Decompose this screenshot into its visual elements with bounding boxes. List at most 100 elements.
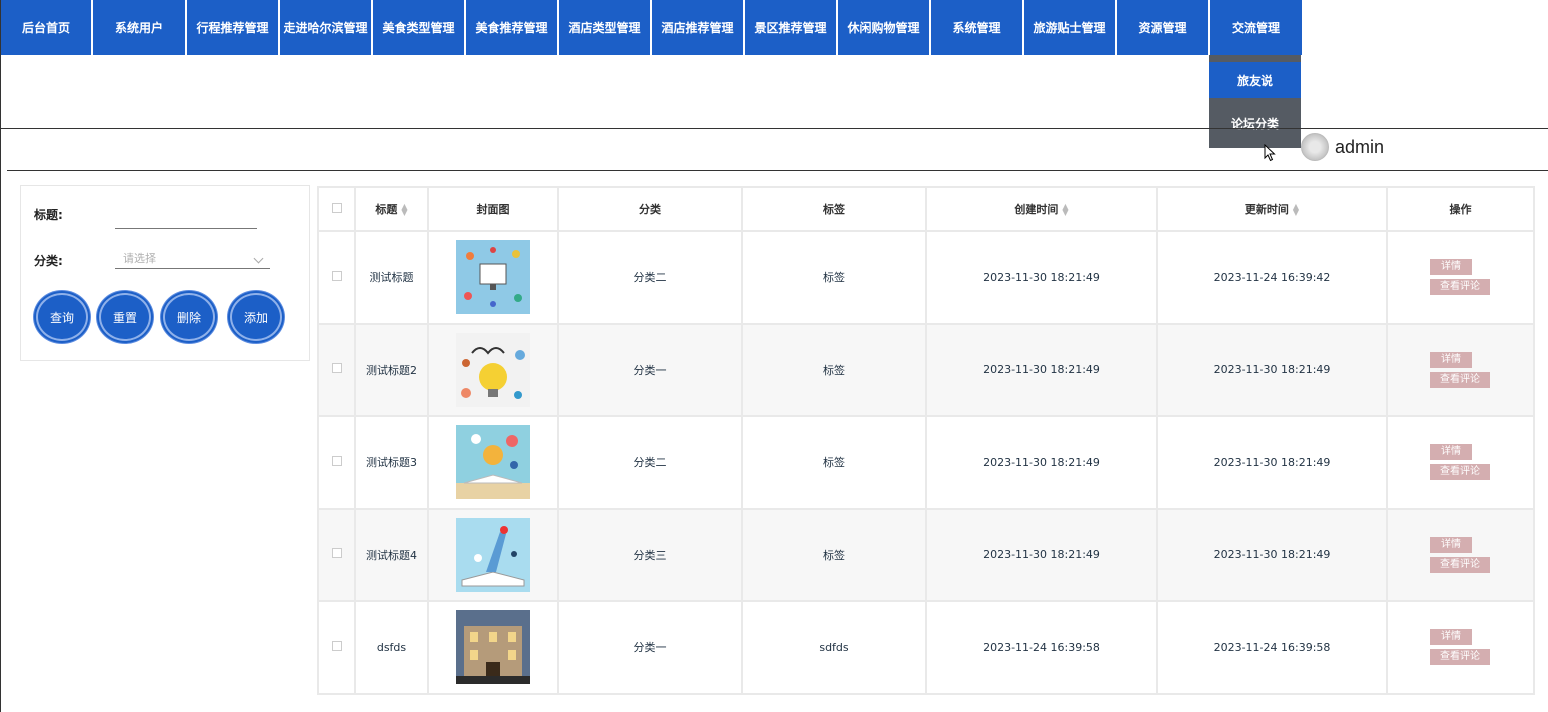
row-select[interactable] [317,415,356,510]
cell-actions: 详情 查看评论 [1386,600,1535,695]
chevron-down-icon [253,253,264,264]
query-button[interactable]: 查询 [34,291,90,343]
cell-actions: 详情 查看评论 [1386,322,1535,417]
detail-button[interactable]: 详情 [1430,259,1472,276]
category-label: 分类: [34,254,63,268]
cell-title: 测试标题2 [354,322,429,417]
view-comments-button[interactable]: 查看评论 [1430,371,1490,388]
header-created-label: 创建时间 [1014,203,1059,216]
header-created[interactable]: 创建时间 ▲ ▼ [925,186,1158,232]
sort-icon[interactable]: ▲ ▼ [401,203,407,217]
cell-cover [427,600,559,695]
view-comments-button[interactable]: 查看评论 [1430,556,1490,573]
cell-updated: 2023-11-24 16:39:58 [1156,600,1388,695]
cell-cover [427,507,559,602]
cell-updated: 2023-11-24 16:39:42 [1156,230,1388,325]
header-updated-label: 更新时间 [1244,203,1289,216]
divider-bottom [7,170,1548,171]
sort-icon[interactable]: ▲ ▼ [1062,203,1068,217]
row-select[interactable] [317,322,356,417]
table-row: 测试标题3 分类二 标签 2023-11-30 18:21:49 2023-11… [317,415,1535,510]
sort-icon[interactable]: ▲ ▼ [1293,203,1299,217]
reset-button[interactable]: 重置 [97,291,153,343]
cell-category: 分类一 [557,600,743,695]
row-checkbox[interactable] [331,363,342,374]
cell-actions: 详情 查看评论 [1386,230,1535,325]
cell-category: 分类三 [557,507,743,602]
detail-button[interactable]: 详情 [1430,351,1472,368]
title-input[interactable] [115,209,257,229]
cell-cover [427,415,559,510]
cell-created: 2023-11-24 16:39:58 [925,600,1158,695]
avatar[interactable] [1301,133,1329,161]
row-checkbox[interactable] [331,455,342,466]
nav-item-system-users[interactable]: 系统用户 [93,0,185,55]
view-comments-button[interactable]: 查看评论 [1430,279,1490,296]
username[interactable]: admin [1335,137,1384,158]
nav-item-home[interactable]: 后台首页 [1,0,91,55]
delete-button[interactable]: 删除 [161,291,217,343]
cell-title: 测试标题4 [354,507,429,602]
row-select[interactable] [317,600,356,695]
table-row: 测试标题 分类二 标签 2023-11-30 18:21:49 2023-11-… [317,230,1535,325]
detail-button[interactable]: 详情 [1430,444,1472,461]
nav-item-scenic[interactable]: 景区推荐管理 [745,0,836,55]
table-row: 测试标题4 分类三 标签 2023-11-30 18:21:49 2023-11… [317,507,1535,602]
table-row: 测试标题2 分类一 标签 2023-11-30 18:21:49 2023-11… [317,322,1535,417]
header-tag: 标签 [741,186,927,232]
cell-cover [427,322,559,417]
cell-updated: 2023-11-30 18:21:49 [1156,415,1388,510]
nav-item-hotel-type[interactable]: 酒店类型管理 [559,0,650,55]
nav-item-hotel-recommend[interactable]: 酒店推荐管理 [652,0,743,55]
nav-item-tips[interactable]: 旅游贴士管理 [1024,0,1115,55]
dropdown-top-bar [1209,55,1301,62]
nav-item-itinerary[interactable]: 行程推荐管理 [187,0,278,55]
admin-page: 后台首页 系统用户 行程推荐管理 走进哈尔滨管理 美食类型管理 美食推荐管理 酒… [0,0,1548,712]
divider-top [1,128,1548,129]
cell-title: dsfds [354,600,429,695]
nav-item-system[interactable]: 系统管理 [931,0,1022,55]
nav-item-food-recommend[interactable]: 美食推荐管理 [466,0,557,55]
cell-tag: 标签 [741,507,927,602]
nav-item-shopping[interactable]: 休闲购物管理 [838,0,929,55]
view-comments-button[interactable]: 查看评论 [1430,649,1490,666]
mouse-cursor-icon [1264,144,1276,162]
cell-actions: 详情 查看评论 [1386,507,1535,602]
cell-tag: sdfds [741,600,927,695]
header-title[interactable]: 标题 ▲ ▼ [354,186,429,232]
nav-item-resources[interactable]: 资源管理 [1117,0,1208,55]
row-select[interactable] [317,230,356,325]
cell-created: 2023-11-30 18:21:49 [925,230,1158,325]
cell-tag: 标签 [741,322,927,417]
cell-actions: 详情 查看评论 [1386,415,1535,510]
detail-button[interactable]: 详情 [1430,536,1472,553]
row-checkbox[interactable] [331,548,342,559]
header-updated[interactable]: 更新时间 ▲ ▼ [1156,186,1388,232]
header-cover: 封面图 [427,186,559,232]
category-select[interactable]: 请选择 [115,249,270,269]
cell-created: 2023-11-30 18:21:49 [925,507,1158,602]
nav-item-harbin[interactable]: 走进哈尔滨管理 [280,0,371,55]
cell-title: 测试标题 [354,230,429,325]
dropdown-item-forum-category[interactable]: 论坛分类 [1209,98,1301,148]
row-select[interactable] [317,507,356,602]
row-checkbox[interactable] [331,270,342,281]
cover-image [456,240,530,315]
view-comments-button[interactable]: 查看评论 [1430,464,1490,481]
cover-image [456,425,530,500]
category-placeholder: 请选择 [123,252,156,265]
cover-image [456,332,530,407]
table-row: dsfds 分类一 sdfds 2023-11-24 16:39:58 2023… [317,600,1535,695]
data-table: 标题 ▲ ▼ 封面图 分类 标签 创建时间 ▲ ▼ 更新时间 ▲ ▼ 操作 测试标题 [317,186,1535,695]
select-all-checkbox[interactable] [331,202,342,213]
row-checkbox[interactable] [331,640,342,651]
cell-created: 2023-11-30 18:21:49 [925,322,1158,417]
nav-item-exchange[interactable]: 交流管理 [1210,0,1302,55]
user-info[interactable]: admin [1301,133,1384,161]
add-button[interactable]: 添加 [228,291,284,343]
header-select-all[interactable] [317,186,356,232]
cell-tag: 标签 [741,415,927,510]
nav-item-food-type[interactable]: 美食类型管理 [373,0,464,55]
detail-button[interactable]: 详情 [1430,629,1472,646]
dropdown-item-travel-talk[interactable]: 旅友说 [1209,62,1301,98]
